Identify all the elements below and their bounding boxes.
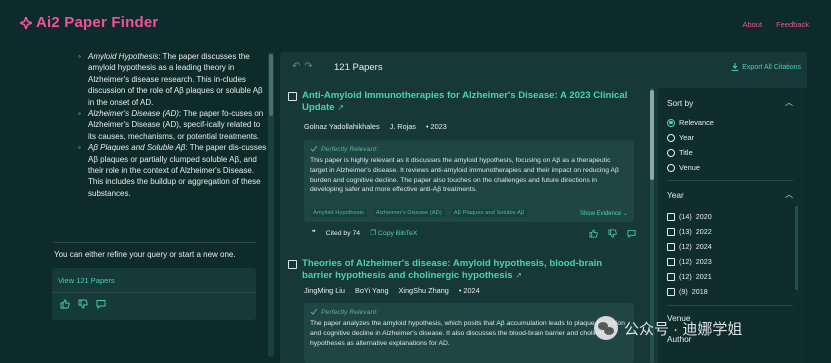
author[interactable]: J. Rojas [390,122,416,131]
divider [667,180,793,181]
chat-scrollbar[interactable] [268,52,274,357]
undo-redo-icons[interactable]: ↶↷ [292,61,317,72]
watermark: 公众号 · 迪娜学姐 [594,316,742,340]
year-filter-item[interactable]: (12) 2023 [667,257,712,266]
paper-meta: JingMing Liu BoYi Yang XingShu Zhang • 2… [304,286,480,295]
sort-option-relevance[interactable]: Relevance [667,118,714,127]
external-link-icon: ↗ [515,271,522,280]
chip: Amyloid Hypothesis [310,209,367,217]
year-scrollbar[interactable] [795,206,798,290]
chip: Alzheimer's Disease (AD) [372,209,445,217]
year-heading: Year [667,190,684,200]
radio-selected[interactable] [667,118,675,127]
results-card: View 121 Papers [52,268,256,320]
radio[interactable] [667,163,675,172]
relevance-summary: The paper analyzes the amyloid hypothesi… [310,320,625,347]
scroll-thumb[interactable] [650,90,654,180]
year-filter-item[interactable]: (12) 2024 [667,242,712,251]
paper-meta: Golnaz Yadollahikhales J. Rojas • 2023 [304,122,447,131]
author[interactable]: XingShu Zhang [399,286,449,295]
show-evidence-button[interactable]: Show Evidence ⌄ [580,210,628,217]
evidence-box: Perfectly Relevant: The paper analyzes t… [304,303,634,363]
sort-option-title[interactable]: Title [667,148,693,157]
relevance-summary: This paper is highly relevant as it disc… [310,157,619,194]
check-icon [310,308,318,315]
radio[interactable] [667,148,675,157]
list-item: Amyloid Hypothesis: The paper discusses … [78,51,268,108]
about-link[interactable]: About [742,20,762,29]
checkbox[interactable] [667,212,675,221]
external-link-icon: ↗ [337,103,344,112]
radio[interactable] [667,133,675,142]
copy-bibtex-button[interactable]: ❐ Copy BibTeX [370,229,417,237]
comment-icon[interactable] [627,229,636,240]
thumbs-down-icon[interactable] [78,299,88,311]
thumbs-down-icon[interactable] [608,229,617,240]
chevron-up-icon[interactable]: ︿ [785,97,793,108]
list-item: Aβ Plaques and Soluble Aβ: The paper dis… [78,142,268,199]
year-filter-item[interactable]: (14) 2020 [667,212,712,221]
sort-option-year[interactable]: Year [667,133,694,142]
checkbox[interactable] [667,242,675,251]
author[interactable]: Golnaz Yadollahikhales [304,122,380,131]
checkbox[interactable] [667,287,675,296]
feedback-icons [589,229,636,240]
checkbox[interactable] [667,257,675,266]
evidence-box: Perfectly Relevant: This paper is highly… [304,140,634,222]
thumbs-up-icon[interactable] [60,299,70,311]
author[interactable]: BoYi Yang [355,286,389,295]
paper-title-link[interactable]: Theories of Alzheimer's disease: Amyloid… [302,258,632,282]
results-count: 121 Papers [334,62,383,73]
export-citations-button[interactable]: Export All Citations [731,63,801,71]
sparkle-icon [20,16,32,29]
list-item: Alzheimer's Disease (AD): The paper fo-c… [78,108,268,142]
year: • 2024 [458,286,480,295]
author[interactable]: JingMing Liu [304,286,345,295]
year: • 2023 [425,122,447,131]
scroll-thumb[interactable] [269,54,273,116]
sort-option-venue[interactable]: Venue [667,163,700,172]
thumbs-up-icon[interactable] [589,229,598,240]
paper-title-link[interactable]: Anti-Amyloid Immunotherapies for Alzheim… [302,90,632,114]
feedback-link[interactable]: Feedback [776,20,809,29]
results-header: ↶↷ 121 Papers Export All Citations [280,52,807,82]
refine-message: You can either refine your query or star… [54,250,236,259]
criteria-chips: Amyloid Hypothesis Alzheimer's Disease (… [310,209,528,217]
select-checkbox[interactable] [288,260,297,269]
divider [52,292,256,293]
chip: Aβ Plaques and Soluble Aβ [450,209,528,217]
chat-panel: Amyloid Hypothesis: The paper discusses … [48,48,266,363]
divider [54,242,256,243]
criteria-list: Amyloid Hypothesis: The paper discusses … [78,51,268,199]
divider [667,305,793,306]
check-icon [310,145,318,152]
quote-icon: ❞ [312,230,316,237]
paper-footer: ❞ Cited by 74 ❐ Copy BibTeX [312,229,417,238]
relevance-label: Perfectly Relevant: [310,308,378,316]
cited-by[interactable]: Cited by 74 [326,230,360,237]
chevron-up-icon[interactable]: ︿ [785,189,793,200]
year-filter-item[interactable]: (13) 2022 [667,227,712,236]
app-logo[interactable]: Ai2 Paper Finder [20,14,158,31]
view-papers-link[interactable]: View 121 Papers [58,276,115,285]
top-bar: Ai2 Paper Finder About Feedback [0,0,831,48]
checkbox[interactable] [667,272,675,281]
relevance-label: Perfectly Relevant: [310,145,378,153]
checkbox[interactable] [667,227,675,236]
sort-heading: Sort by [667,98,694,108]
wechat-logo-icon [594,316,618,340]
app-title: Ai2 Paper Finder [36,14,159,31]
comment-icon[interactable] [96,299,106,311]
download-icon [731,63,739,71]
select-checkbox[interactable] [288,92,297,101]
year-filter-item[interactable]: (12) 2021 [667,272,712,281]
year-filter-item[interactable]: (9) 2018 [667,287,708,296]
